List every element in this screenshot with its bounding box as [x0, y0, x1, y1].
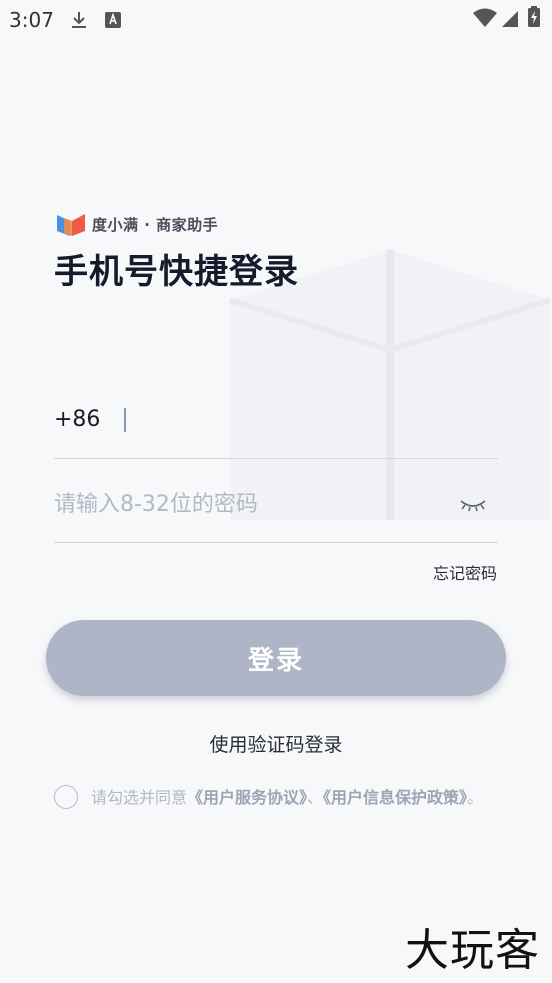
phone-input[interactable]: [134, 402, 498, 440]
agreement-text: 请勾选并同意《用户服务协议》、《用户信息保护政策》。: [91, 784, 501, 812]
download-icon: [72, 12, 86, 28]
signal-icon: [502, 11, 518, 27]
page-title: 手机号快捷登录: [54, 252, 299, 292]
status-bar: 3:07: [0, 0, 552, 40]
login-button[interactable]: 登录: [46, 620, 506, 696]
service-agreement-link[interactable]: 《用户服务协议》: [187, 788, 307, 807]
brand-name: 度小满 · 商家助手: [92, 215, 219, 234]
agreement-checkbox[interactable]: [54, 785, 78, 809]
brand-row: 度小满 · 商家助手: [56, 211, 218, 237]
agreement-separator: 、: [307, 788, 324, 807]
phone-input-row: +86: [54, 398, 498, 459]
brand-logo-icon: [57, 214, 85, 236]
keyboard-icon: [105, 12, 121, 28]
verification-code-login-link[interactable]: 使用验证码登录: [0, 730, 552, 757]
agreement-prefix: 请勾选并同意: [91, 788, 188, 807]
text-caret: [124, 408, 126, 432]
country-code-selector[interactable]: +86: [54, 407, 100, 432]
forgot-password-link[interactable]: 忘记密码: [433, 560, 497, 584]
status-time: 3:07: [9, 8, 54, 32]
agreement-suffix: 。: [467, 788, 484, 807]
password-input-row: [54, 480, 498, 543]
wifi-icon: [473, 8, 497, 27]
password-input[interactable]: [54, 486, 444, 522]
privacy-policy-link[interactable]: 《用户信息保护政策》: [323, 788, 467, 807]
watermark: 大玩客: [405, 925, 540, 976]
eye-closed-icon[interactable]: [458, 494, 488, 514]
battery-icon: [528, 6, 540, 27]
